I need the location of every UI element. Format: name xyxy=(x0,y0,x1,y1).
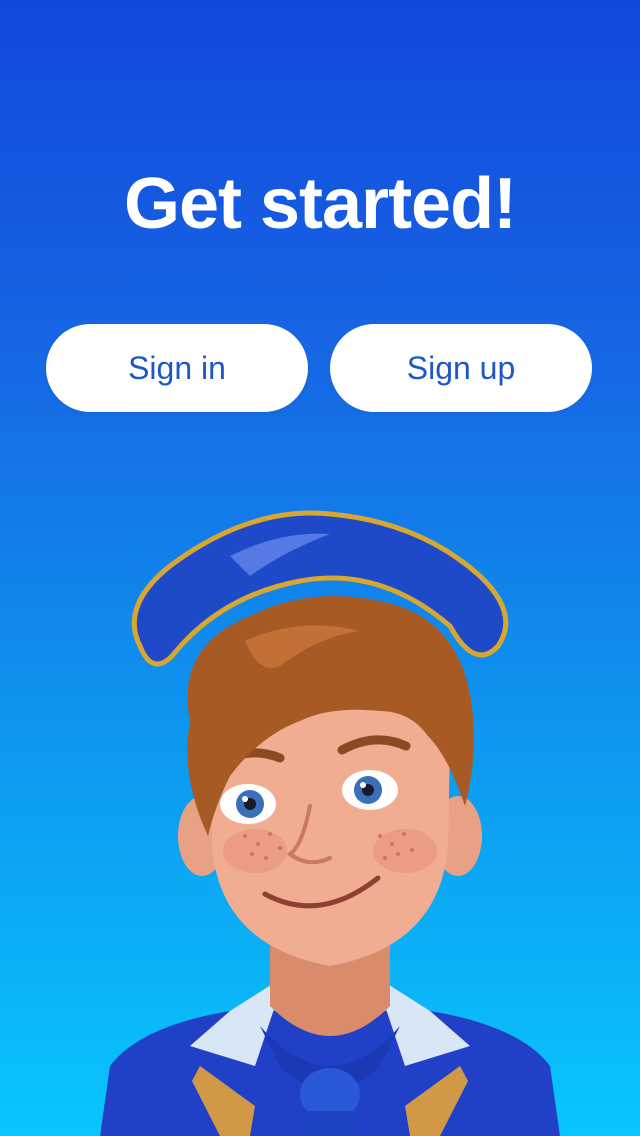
left-cheek xyxy=(223,829,287,873)
sign-up-button[interactable]: Sign up xyxy=(330,324,592,412)
page-title: Get started! xyxy=(123,164,517,244)
welcome-screen: Get started! Sign in Sign up xyxy=(0,0,640,1136)
sign-in-button[interactable]: Sign in xyxy=(46,324,308,412)
sailor-mascot-illustration xyxy=(100,510,560,1136)
